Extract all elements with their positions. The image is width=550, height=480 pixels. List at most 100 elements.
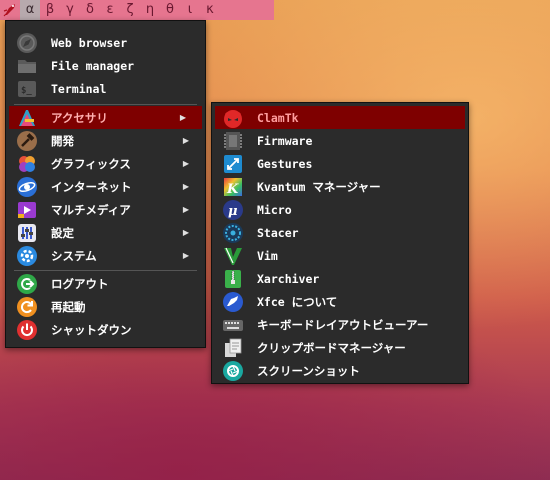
whisker-menu-button[interactable] [0, 0, 20, 20]
submenu-item-clamtk[interactable]: ClamTk [215, 106, 465, 129]
submenu-item-gestures[interactable]: Gestures [212, 152, 468, 175]
menu-item-label: シャットダウン [51, 322, 132, 337]
keyboard-icon [222, 314, 244, 336]
menu-item-internet[interactable]: インターネット ▶ [6, 175, 205, 198]
internet-icon [16, 176, 38, 198]
menu-item-graphics[interactable]: グラフィックス ▶ [6, 152, 205, 175]
top-panel: α β γ δ ε ζ η θ ι κ [0, 0, 274, 20]
workspace-2[interactable]: β [40, 0, 60, 20]
menu-item-label: システム [51, 248, 97, 263]
svg-text:$_: $_ [21, 86, 32, 96]
menu-item-label: File manager [51, 58, 135, 73]
submenu-arrow-icon: ▶ [182, 251, 189, 260]
submenu-item-xarchiver[interactable]: Xarchiver [212, 267, 468, 290]
submenu-arrow-icon: ▶ [182, 228, 189, 237]
submenu-item-stacer[interactable]: Stacer [212, 221, 468, 244]
menu-item-system[interactable]: システム ▶ [6, 244, 205, 267]
main-menu: Web browser File manager $_ Terminal アクセ… [5, 20, 206, 348]
workspace-7[interactable]: η [140, 0, 160, 20]
menu-item-label: Xfce について [257, 294, 338, 309]
gestures-icon [222, 153, 244, 175]
xfce-icon [222, 291, 244, 313]
settings-icon [16, 222, 38, 244]
submenu-arrow-icon: ▶ [179, 113, 186, 122]
menu-item-label: Gestures [257, 156, 313, 171]
menu-item-file-manager[interactable]: File manager [6, 54, 205, 77]
submenu-item-kvantum[interactable]: K Kvantum マネージャー [212, 175, 468, 198]
menu-item-label: 開発 [51, 133, 74, 148]
submenu-item-firmware[interactable]: Firmware [212, 129, 468, 152]
firmware-icon [222, 130, 244, 152]
menu-item-terminal[interactable]: $_ Terminal [6, 77, 205, 100]
submenu-item-clipboard-manager[interactable]: クリップボードマネージャー [212, 336, 468, 359]
workspace-3[interactable]: γ [60, 0, 80, 20]
submenu-item-micro[interactable]: μ Micro [212, 198, 468, 221]
submenu-item-keyboard-layout-viewer[interactable]: キーボードレイアウトビューアー [212, 313, 468, 336]
workspace-10[interactable]: κ [200, 0, 220, 20]
hammer-icon [16, 130, 38, 152]
menu-item-label: インターネット [51, 179, 132, 194]
menu-item-label: Web browser [51, 35, 128, 50]
submenu-arrow-icon: ▶ [182, 136, 189, 145]
menu-item-restart[interactable]: 再起動 [6, 295, 205, 318]
menu-item-label: キーボードレイアウトビューアー [257, 317, 429, 332]
separator [14, 104, 197, 105]
multimedia-icon [16, 199, 38, 221]
system-icon [16, 245, 38, 267]
menu-item-label: Micro [257, 202, 292, 217]
menu-item-label: アクセサリ [51, 110, 108, 125]
stacer-icon [222, 222, 244, 244]
svg-text:μ: μ [228, 204, 238, 219]
submenu-item-vim[interactable]: Vim [212, 244, 468, 267]
accessories-submenu: ClamTk Firmware Gestures K Kvantum マネージャ… [211, 102, 469, 384]
logout-icon [16, 273, 38, 295]
menu-item-label: Stacer [257, 225, 299, 240]
graphics-icon [16, 153, 38, 175]
micro-icon: μ [222, 199, 244, 221]
workspace-8[interactable]: θ [160, 0, 180, 20]
menu-item-label: グラフィックス [51, 156, 131, 171]
menu-item-development[interactable]: 開発 ▶ [6, 129, 205, 152]
menu-item-label: Kvantum マネージャー [257, 179, 381, 194]
separator [14, 270, 197, 271]
clamtk-icon [222, 107, 244, 129]
menu-item-label: Xarchiver [257, 271, 320, 286]
menu-item-label: クリップボードマネージャー [257, 340, 406, 355]
clipboard-icon [222, 337, 244, 359]
terminal-icon: $_ [16, 78, 38, 100]
menu-item-accessories[interactable]: アクセサリ ▶ [9, 106, 202, 129]
menu-item-label: Terminal [51, 81, 107, 96]
menu-item-label: 再起動 [51, 299, 86, 314]
compass-icon [16, 32, 38, 54]
submenu-item-about-xfce[interactable]: Xfce について [212, 290, 468, 313]
menu-item-label: スクリーンショット [257, 363, 360, 378]
menu-item-label: Vim [257, 248, 278, 263]
menu-item-label: マルチメディア [51, 202, 131, 217]
menu-item-shutdown[interactable]: シャットダウン [6, 318, 205, 341]
workspace-6[interactable]: ζ [120, 0, 140, 20]
workspace-1[interactable]: α [20, 0, 40, 20]
submenu-arrow-icon: ▶ [182, 205, 189, 214]
xfce-mouse-icon [3, 4, 15, 17]
menu-item-label: 設定 [51, 225, 74, 240]
submenu-arrow-icon: ▶ [182, 159, 189, 168]
menu-item-logout[interactable]: ログアウト [6, 272, 205, 295]
shutdown-icon [16, 319, 38, 341]
menu-item-multimedia[interactable]: マルチメディア ▶ [6, 198, 205, 221]
folder-icon [16, 55, 38, 77]
workspace-5[interactable]: ε [100, 0, 120, 20]
accessories-icon [16, 107, 38, 129]
restart-icon [16, 296, 38, 318]
workspace-9[interactable]: ι [180, 0, 200, 20]
menu-item-label: ClamTk [257, 110, 299, 125]
screenshot-icon [222, 360, 244, 382]
workspace-4[interactable]: δ [80, 0, 100, 20]
menu-item-web-browser[interactable]: Web browser [6, 31, 205, 54]
menu-item-label: Firmware [257, 133, 313, 148]
kvantum-icon: K [222, 176, 244, 198]
svg-text:K: K [226, 182, 239, 197]
menu-item-settings[interactable]: 設定 ▶ [6, 221, 205, 244]
vim-icon [222, 245, 244, 267]
submenu-item-screenshot[interactable]: スクリーンショット [212, 359, 468, 382]
menu-item-label: ログアウト [51, 276, 109, 291]
